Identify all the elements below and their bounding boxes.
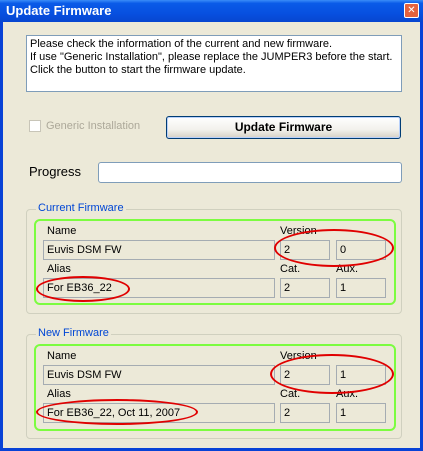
- progress-label: Progress: [29, 164, 82, 179]
- current-name-label: Name: [47, 225, 77, 237]
- current-version-ellipse: [274, 229, 394, 267]
- new-alias-ellipse: [36, 399, 198, 425]
- current-alias-label: Alias: [47, 263, 71, 275]
- info-line: Click the button to start the firmware u…: [30, 64, 246, 76]
- current-firmware-title: Current Firmware: [36, 202, 126, 214]
- new-aux-field: 1: [336, 403, 386, 423]
- new-firmware-title: New Firmware: [36, 327, 111, 339]
- update-firmware-button[interactable]: Update Firmware: [166, 116, 401, 139]
- new-name-label: Name: [47, 350, 77, 362]
- info-line: Please check the information of the curr…: [30, 38, 333, 50]
- new-alias-label: Alias: [47, 388, 71, 400]
- current-cat-label: Cat.: [280, 263, 301, 275]
- info-line: If use "Generic Installation", please re…: [30, 51, 393, 63]
- window-title: Update Firmware: [6, 3, 112, 18]
- new-name-field: Euvis DSM FW: [43, 365, 275, 385]
- close-icon: ✕: [407, 5, 416, 16]
- generic-installation-checkbox[interactable]: [29, 120, 41, 132]
- current-cat-field: 2: [280, 278, 330, 298]
- current-aux-field: 1: [336, 278, 386, 298]
- new-version-ellipse: [270, 354, 394, 394]
- close-button[interactable]: ✕: [404, 3, 419, 18]
- current-alias-ellipse: [36, 276, 130, 302]
- progress-bar: [98, 162, 402, 183]
- generic-installation-label: Generic Installation: [46, 120, 141, 132]
- info-textbox: Please check the information of the curr…: [26, 35, 402, 92]
- current-name-field: Euvis DSM FW: [43, 240, 275, 260]
- new-cat-field: 2: [280, 403, 330, 423]
- title-bar[interactable]: Update Firmware ✕: [0, 0, 423, 22]
- update-firmware-dialog: Update Firmware ✕ Please check the infor…: [0, 0, 423, 451]
